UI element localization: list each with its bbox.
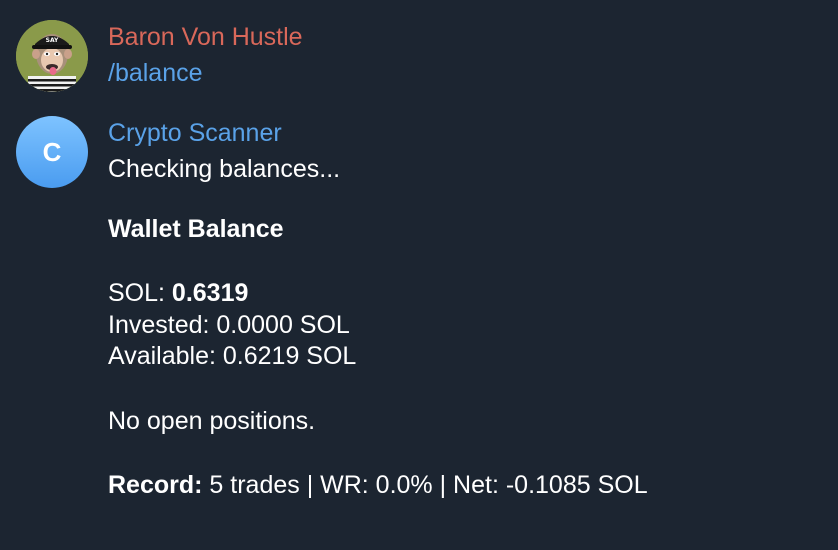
record-value: 5 trades | WR: 0.0% | Net: -0.1085 SOL [202, 471, 648, 499]
ape-nft-avatar-icon: SAY [16, 20, 88, 92]
chat-view: SAY Baron Von Hustle /balance C Crypto S… [0, 0, 838, 550]
sol-value: 0.6319 [171, 279, 249, 307]
sol-balance-line: SOL: 0.6319 [108, 278, 248, 308]
wallet-balance-heading: Wallet Balance [108, 215, 284, 243]
user-avatar[interactable]: SAY [16, 20, 88, 92]
checking-status-text: Checking balances... [108, 155, 341, 183]
invested-line: Invested: 0.0000 SOL [108, 311, 350, 339]
bot-avatar-letter: C [42, 137, 62, 167]
available-line: Available: 0.6219 SOL [108, 342, 357, 370]
positions-status-text: No open positions. [108, 407, 316, 435]
user-sender-name[interactable]: Baron Von Hustle [108, 22, 303, 52]
record-label: Record: [108, 471, 203, 499]
bot-sender-name[interactable]: Crypto Scanner [108, 118, 282, 148]
bot-avatar[interactable]: C [16, 116, 88, 188]
svg-text:SAY: SAY [46, 37, 59, 44]
sol-label: SOL: [108, 279, 172, 307]
record-line: Record: 5 trades | WR: 0.0% | Net: -0.10… [108, 470, 648, 500]
command-link-balance[interactable]: /balance [108, 58, 203, 88]
